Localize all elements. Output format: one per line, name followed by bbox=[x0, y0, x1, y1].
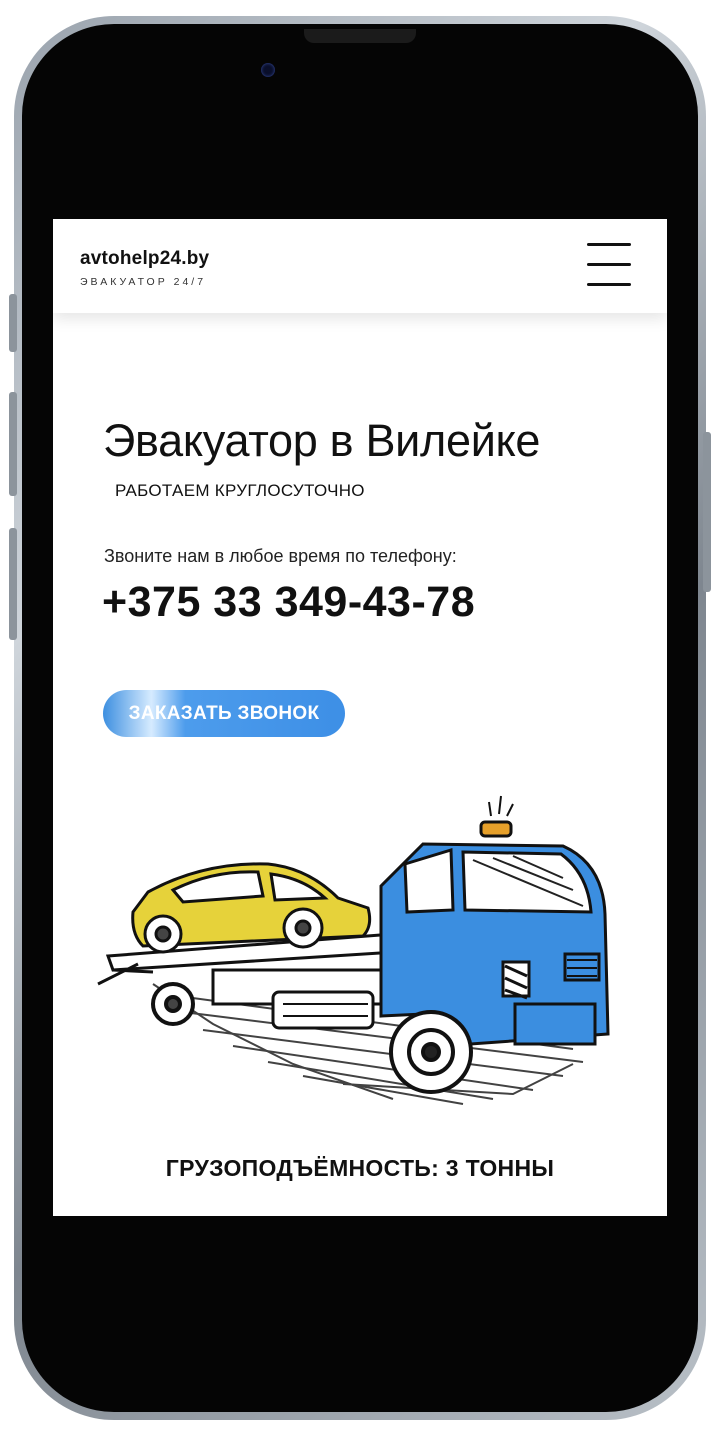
silent-switch bbox=[9, 294, 17, 352]
volume-up-button bbox=[9, 392, 17, 496]
brand-name[interactable]: avtohelp24.by bbox=[80, 248, 209, 270]
callback-button[interactable]: ЗАКАЗАТЬ ЗВОНОК bbox=[103, 690, 345, 737]
site-header: avtohelp24.by ЭВАКУАТОР 24/7 bbox=[53, 219, 667, 313]
power-button bbox=[703, 432, 711, 592]
truck-cab bbox=[379, 795, 610, 1048]
capacity-label: ГРУЗОПОДЪЁМНОСТЬ: 3 ТОННЫ bbox=[165, 1155, 555, 1181]
speaker-grille bbox=[304, 29, 416, 43]
hamburger-icon bbox=[587, 243, 631, 246]
call-prompt: Звоните нам в любое время по телефону: bbox=[104, 546, 457, 566]
car-illustration bbox=[131, 862, 372, 954]
volume-down-button bbox=[9, 528, 17, 640]
brand-tagline: ЭВАКУАТОР 24/7 bbox=[80, 276, 207, 288]
screen: avtohelp24.by ЭВАКУАТОР 24/7 Эвакуатор в… bbox=[53, 219, 667, 1216]
front-camera bbox=[261, 63, 275, 77]
tow-truck-illustration bbox=[97, 795, 610, 1105]
menu-button[interactable] bbox=[583, 241, 633, 289]
hero-title: Эвакуатор в Вилейке bbox=[103, 415, 541, 466]
hero-subtitle: РАБОТАЕМ КРУГЛОСУТОЧНО bbox=[115, 481, 365, 500]
phone-number[interactable]: +375 33 349-43-78 bbox=[102, 578, 475, 627]
